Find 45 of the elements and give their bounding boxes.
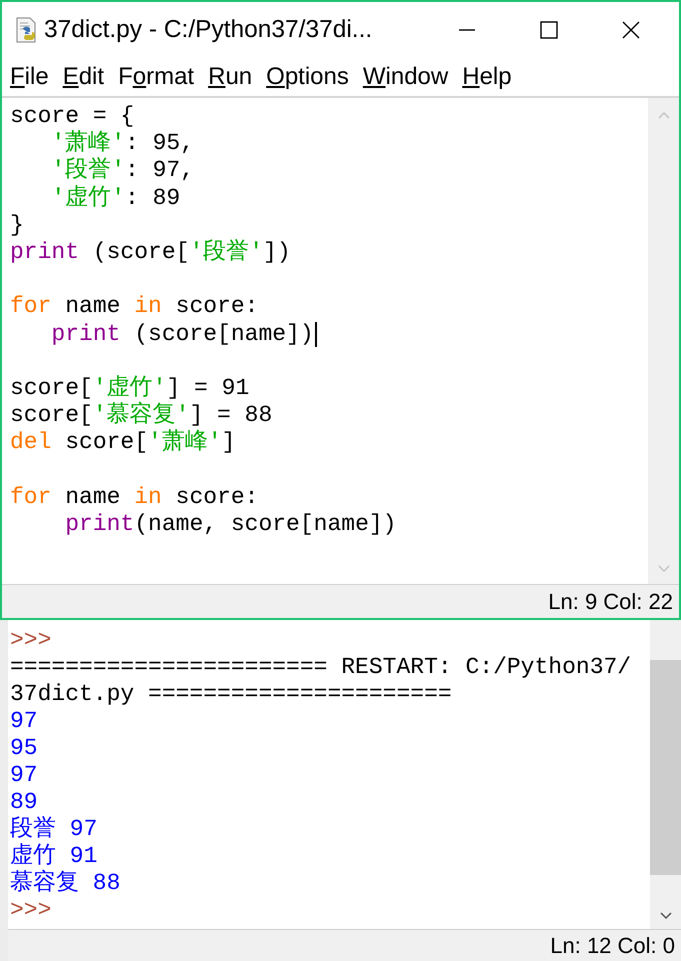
scroll-down-icon[interactable]: [658, 910, 672, 921]
prompt: >>>: [10, 627, 52, 654]
code-line: score['虚竹'] = 91: [10, 374, 250, 402]
output-line: 段誉 97: [10, 816, 98, 843]
maximize-icon[interactable]: [539, 20, 559, 40]
code-line: print (score[name]): [50, 320, 314, 348]
scroll-up-icon[interactable]: [656, 110, 670, 121]
menu-item[interactable]: Format: [118, 63, 194, 91]
shell-output[interactable]: >>> ======================= RESTART: C:/Python37/ 37dict.py ====================== 97 95 97 89 段誉 97 虚竹 91 慕容复 88 >>>: [8, 620, 650, 929]
scrollbar[interactable]: [650, 620, 681, 929]
code-editor[interactable]: score = { '萧峰': 95, '段誉': 97, '虚竹': 89 } print (score['段誉']) for name in score: print (score[name]) score['虚竹'] = 91 score['慕容复'] = 88 del score['萧峰'] for name in score: print(name, score[name]): [2, 98, 648, 584]
code-line: '虚竹': 89: [50, 184, 180, 212]
status-text: Ln: 9 Col: 22: [548, 588, 673, 614]
code-line: del score['萧峰']: [10, 429, 236, 456]
code-line: }: [10, 212, 24, 239]
output-line: 97: [10, 762, 39, 789]
menu-item[interactable]: Run: [208, 63, 252, 91]
scrollbar[interactable]: [648, 98, 679, 584]
menu-item[interactable]: Window: [362, 63, 448, 91]
code-line: print (score['段誉']): [10, 238, 291, 266]
menu-item[interactable]: Options: [266, 63, 349, 91]
code-line: score['慕容复'] = 88: [10, 402, 272, 429]
text-cursor: [314, 322, 317, 347]
output-line: 95: [10, 735, 39, 762]
window-title: 37dict.py - C:/Python37/37di...: [44, 16, 372, 44]
output-line: ======================= RESTART: C:/Python37/: [10, 654, 632, 681]
code-line: score = {: [10, 103, 134, 130]
scroll-thumb[interactable]: [650, 660, 681, 875]
output-line: 97: [10, 708, 39, 735]
code-line: for name in score:: [10, 484, 258, 511]
code-line: '段誉': 97,: [50, 157, 194, 185]
output-line: 37dict.py ======================: [10, 681, 453, 708]
code-line: print(name, score[name]): [64, 510, 396, 538]
close-icon[interactable]: [621, 20, 641, 40]
python-file-icon: [14, 17, 38, 43]
menu-item[interactable]: File: [10, 63, 49, 91]
code-line: for name in score:: [10, 293, 258, 321]
output-line: 虚竹 91: [10, 843, 98, 870]
status-text: Ln: 12 Col: 0: [550, 932, 675, 958]
code-line: '萧峰': 95,: [50, 130, 194, 157]
menu-item[interactable]: Help: [462, 63, 512, 91]
menu-item[interactable]: Edit: [62, 63, 104, 91]
output-line: 慕容复 88: [10, 870, 122, 897]
output-line: 89: [10, 789, 39, 816]
prompt: >>>: [10, 897, 52, 924]
